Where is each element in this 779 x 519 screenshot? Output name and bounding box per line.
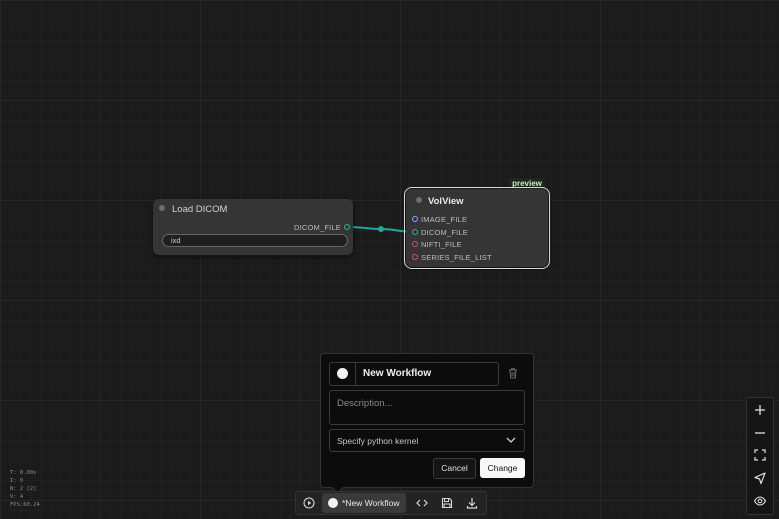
- path-input[interactable]: ixd: [162, 234, 348, 247]
- input-port-label: DICOM_FILE: [421, 228, 469, 237]
- render-stats: T: 0.00s I: 0 N: 2 [2] V: 4 FPS:60.24: [10, 469, 40, 509]
- kernel-select-value: Specify python kernel: [337, 436, 419, 446]
- trash-icon[interactable]: [506, 366, 520, 380]
- save-icon[interactable]: [440, 496, 454, 510]
- output-port-label: DICOM_FILE: [293, 223, 341, 232]
- input-port-nifti[interactable]: [412, 241, 418, 247]
- input-port-label: NIFTI_FILE: [421, 240, 462, 249]
- node-title: VolView: [428, 196, 464, 207]
- canvas-controls: [746, 397, 774, 515]
- play-icon[interactable]: [302, 496, 316, 510]
- input-port-series[interactable]: [412, 254, 418, 260]
- stats-line: I: 0: [10, 478, 24, 484]
- code-icon[interactable]: [415, 496, 429, 510]
- stats-line: T: 0.00s: [10, 470, 37, 476]
- workflow-edit-dialog: New Workflow Description... Specify pyth…: [320, 353, 534, 488]
- cancel-button[interactable]: Cancel: [433, 458, 476, 479]
- bottom-toolbar: *New Workflow: [295, 491, 487, 515]
- volview-node[interactable]: VolView IMAGE_FILE DICOM_FILE NIFTI_FILE…: [404, 187, 550, 269]
- zoom-out-icon[interactable]: [753, 426, 767, 440]
- input-port-image[interactable]: [412, 216, 418, 222]
- navigate-icon[interactable]: [753, 471, 767, 485]
- workflow-name-button[interactable]: *New Workflow: [322, 493, 406, 513]
- download-icon[interactable]: [465, 496, 479, 510]
- zoom-in-icon[interactable]: [753, 403, 767, 417]
- description-field[interactable]: Description...: [329, 390, 525, 425]
- workflow-name-row: New Workflow: [329, 362, 499, 386]
- stats-line: V: 4: [10, 494, 24, 500]
- output-port-dicom[interactable]: [344, 224, 350, 230]
- workflow-name-input[interactable]: New Workflow: [363, 368, 431, 379]
- change-button[interactable]: Change: [480, 458, 525, 478]
- input-port-label: SERIES_FILE_LIST: [421, 253, 492, 262]
- fit-view-icon[interactable]: [753, 448, 767, 462]
- chevron-down-icon: [506, 437, 516, 443]
- load-dicom-node[interactable]: Load DICOM DICOM_FILE ixd: [153, 199, 353, 255]
- python-kernel-select[interactable]: Specify python kernel: [329, 429, 525, 452]
- description-placeholder: Description...: [337, 398, 393, 409]
- circle-icon: [337, 368, 348, 379]
- input-port-dicom[interactable]: [412, 229, 418, 235]
- input-port-label: IMAGE_FILE: [421, 215, 468, 224]
- node-title: Load DICOM: [172, 204, 228, 215]
- stats-line: FPS:60.24: [10, 502, 40, 508]
- eye-icon[interactable]: [753, 494, 767, 508]
- node-status-dot: [416, 197, 422, 203]
- workflow-color-button[interactable]: [330, 363, 356, 385]
- workflow-name-label: *New Workflow: [342, 498, 400, 508]
- stats-line: N: 2 [2]: [10, 486, 37, 492]
- node-status-dot: [159, 205, 165, 211]
- circle-icon: [328, 498, 338, 508]
